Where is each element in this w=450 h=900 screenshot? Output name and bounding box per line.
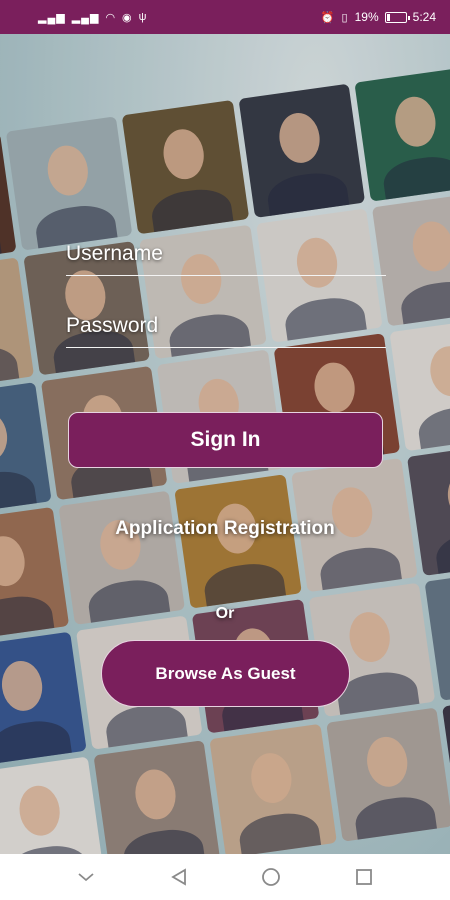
back-triangle-icon[interactable]	[159, 857, 199, 897]
clock: 5:24	[412, 10, 436, 24]
home-circle-icon[interactable]	[251, 857, 291, 897]
battery-icon	[384, 11, 410, 23]
username-input[interactable]	[66, 241, 386, 266]
sign-in-button[interactable]: Sign In	[68, 412, 383, 468]
system-nav-bar	[0, 854, 450, 900]
password-field[interactable]	[66, 304, 386, 348]
password-input[interactable]	[66, 313, 386, 338]
eye-icon: ◉	[122, 11, 133, 24]
wifi-icon: ◠	[105, 11, 117, 24]
status-bar: ▂▄▆ ▂▄▆ ◠ ◉ ψ ⏰ ▯ 19% 5:24	[0, 0, 450, 34]
battery-fill	[386, 13, 391, 21]
username-field[interactable]	[66, 232, 386, 276]
application-registration-link[interactable]: Application Registration	[0, 518, 450, 540]
signal-icon: ▂▄▆	[38, 11, 66, 24]
alarm-icon: ⏰	[320, 11, 336, 24]
signal-icon: ▂▄▆	[71, 11, 100, 24]
status-left-icons: ▂▄▆ ▂▄▆ ◠ ◉ ψ	[38, 11, 148, 24]
usb-icon: ψ	[138, 11, 148, 23]
or-divider-text: Or	[215, 605, 235, 622]
vibrate-icon: ▯	[341, 11, 349, 24]
battery-percent: 19%	[354, 10, 379, 24]
browse-as-guest-button[interactable]: Browse As Guest	[101, 640, 350, 707]
status-right-icons: ⏰ ▯ 19% 5:24	[321, 10, 436, 24]
recents-square-icon[interactable]	[344, 857, 384, 897]
chevron-down-icon[interactable]	[66, 857, 106, 897]
